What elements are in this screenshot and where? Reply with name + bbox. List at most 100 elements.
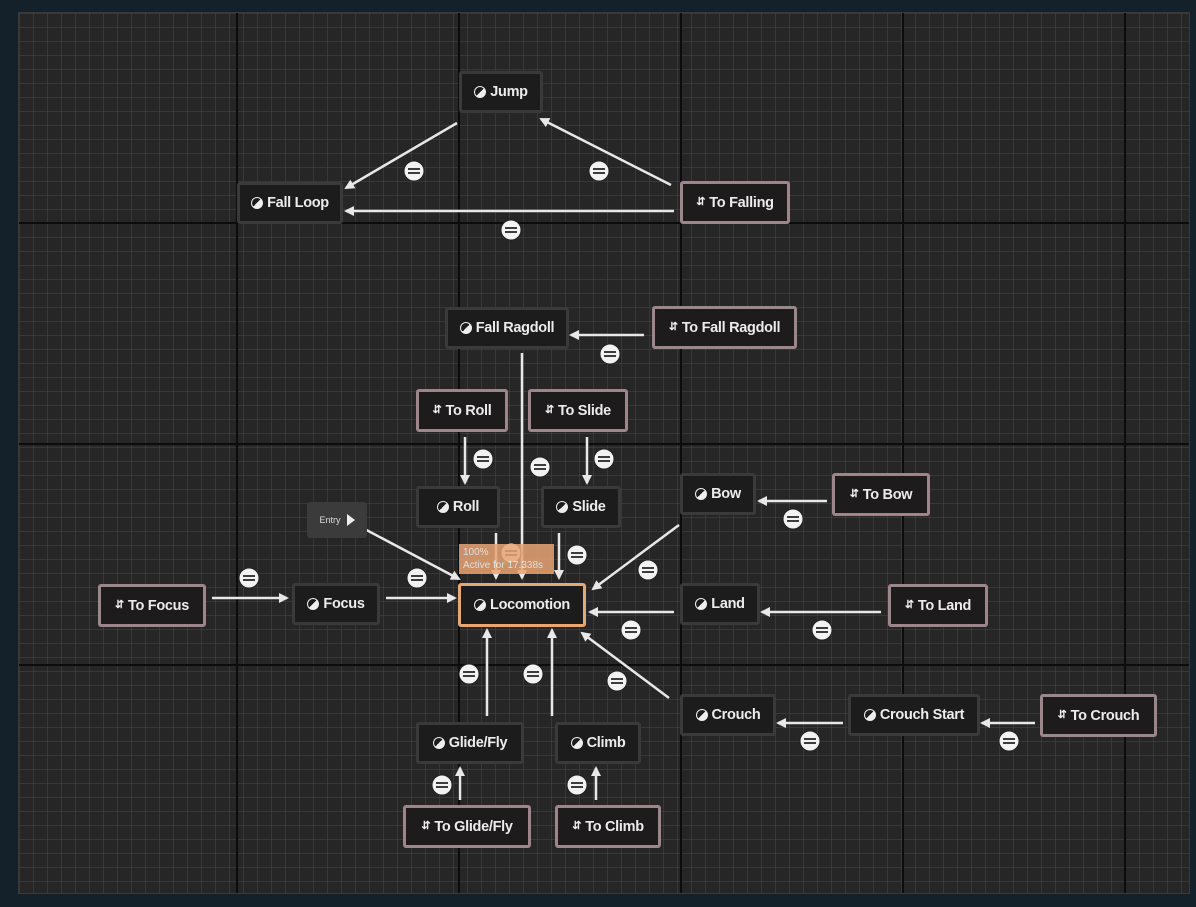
state-climb[interactable]: Climb xyxy=(555,722,641,764)
state-label: Climb xyxy=(586,735,626,751)
state-label: Land xyxy=(711,596,745,612)
state-label: Crouch Start xyxy=(879,707,965,723)
conduit-label: To Falling xyxy=(709,194,774,211)
conduit-label: To Land xyxy=(917,597,972,614)
conduit-label: To Roll xyxy=(445,402,492,419)
transition-rule-icon[interactable] xyxy=(799,730,821,752)
entry-node[interactable]: Entry xyxy=(307,502,367,538)
conduit-to-slide[interactable]: ⇵ To Slide xyxy=(528,389,628,432)
state-roll[interactable]: Roll xyxy=(416,486,500,528)
transition-rule-icon[interactable] xyxy=(620,619,642,641)
transition-rule-icon[interactable] xyxy=(406,567,428,589)
editor-frame: Entry 100% Active for 17.338s Jump Fall … xyxy=(0,0,1196,907)
transition-rule-icon[interactable] xyxy=(566,544,588,566)
conduit-to-falling[interactable]: ⇵ To Falling xyxy=(680,181,790,224)
transition-rule-icon[interactable] xyxy=(588,160,610,182)
state-label: Focus xyxy=(323,596,365,612)
transition-rule-icon[interactable] xyxy=(472,448,494,470)
conduit-to-glide-fly[interactable]: ⇵ To Glide/Fly xyxy=(403,805,531,848)
state-icon xyxy=(436,501,449,513)
conduit-to-crouch[interactable]: ⇵ To Crouch xyxy=(1040,694,1157,737)
conduit-label: To Glide/Fly xyxy=(434,818,513,835)
transition-bow-to-locomotion[interactable] xyxy=(591,523,680,591)
conduit-label: To Crouch xyxy=(1070,707,1140,724)
state-label: Jump xyxy=(490,84,528,100)
state-label: Crouch xyxy=(711,707,761,723)
transition-rule-icon[interactable] xyxy=(403,160,425,182)
transition-rule-icon[interactable] xyxy=(431,774,453,796)
transition-entry-to-locomotion[interactable] xyxy=(356,523,461,581)
transition-rule-icon[interactable] xyxy=(782,508,804,530)
conduit-to-roll[interactable]: ⇵ To Roll xyxy=(416,389,508,432)
state-icon xyxy=(695,598,708,610)
state-label: Bow xyxy=(711,486,741,502)
transition-rule-icon[interactable] xyxy=(593,448,615,470)
transition-rule-icon[interactable] xyxy=(606,670,628,692)
transition-rule-icon[interactable] xyxy=(522,663,544,685)
state-land[interactable]: Land xyxy=(680,583,760,625)
transition-jump-to-fall-loop[interactable] xyxy=(344,121,458,190)
state-label: Glide/Fly xyxy=(448,735,508,751)
conduit-icon: ⇵ xyxy=(572,820,582,832)
state-focus[interactable]: Focus xyxy=(292,583,380,625)
transition-crouch-to-locomotion[interactable] xyxy=(580,631,670,700)
state-icon xyxy=(570,737,583,749)
conduit-label: To Bow xyxy=(862,486,913,503)
state-icon xyxy=(459,322,472,334)
transition-rule-icon[interactable] xyxy=(529,456,551,478)
state-icon xyxy=(474,86,487,98)
conduit-icon: ⇵ xyxy=(432,404,442,416)
conduit-label: To Slide xyxy=(558,402,611,419)
entry-label: Entry xyxy=(319,515,341,525)
conduit-icon: ⇵ xyxy=(904,599,914,611)
state-fall-loop[interactable]: Fall Loop xyxy=(237,182,343,224)
conduit-icon: ⇵ xyxy=(668,321,678,333)
state-jump[interactable]: Jump xyxy=(459,71,543,113)
conduit-icon: ⇵ xyxy=(115,599,124,611)
conduit-icon: ⇵ xyxy=(421,820,431,832)
conduit-icon: ⇵ xyxy=(696,196,706,208)
conduit-to-bow[interactable]: ⇵ To Bow xyxy=(832,473,930,516)
state-label: Fall Ragdoll xyxy=(475,320,555,336)
conduit-icon: ⇵ xyxy=(849,488,859,500)
transition-rule-icon[interactable] xyxy=(998,730,1020,752)
conduit-icon: ⇵ xyxy=(545,404,554,416)
conduit-to-land[interactable]: ⇵ To Land xyxy=(888,584,988,627)
state-bow[interactable]: Bow xyxy=(680,473,756,515)
activity-time: Active for 17.338s xyxy=(463,560,544,571)
transition-rule-icon[interactable] xyxy=(500,219,522,241)
transition-rule-icon[interactable] xyxy=(238,567,260,589)
state-label: Roll xyxy=(452,499,480,515)
conduit-label: To Fall Ragdoll xyxy=(681,319,781,336)
transition-rule-icon[interactable] xyxy=(566,774,588,796)
state-locomotion-active[interactable]: Locomotion xyxy=(458,583,586,627)
state-glide-fly[interactable]: Glide/Fly xyxy=(416,722,524,764)
state-slide[interactable]: Slide xyxy=(541,486,621,528)
activity-percent: 100% xyxy=(463,547,489,558)
conduit-label: To Focus xyxy=(128,597,189,614)
state-icon xyxy=(474,599,487,611)
conduit-to-focus[interactable]: ⇵ To Focus xyxy=(98,584,206,627)
state-label: Locomotion xyxy=(490,597,570,613)
state-icon xyxy=(556,501,569,513)
state-icon xyxy=(251,197,264,209)
transition-rule-icon[interactable] xyxy=(599,343,621,365)
play-icon xyxy=(346,514,355,526)
state-icon xyxy=(695,488,708,500)
conduit-label: To Climb xyxy=(585,818,644,835)
state-crouch-start[interactable]: Crouch Start xyxy=(848,694,980,736)
state-fall-ragdoll[interactable]: Fall Ragdoll xyxy=(445,307,569,349)
state-icon xyxy=(695,709,708,721)
state-crouch[interactable]: Crouch xyxy=(680,694,776,736)
transition-rule-icon[interactable] xyxy=(458,663,480,685)
transition-rule-icon[interactable] xyxy=(811,619,833,641)
conduit-to-fall-ragdoll[interactable]: ⇵ To Fall Ragdoll xyxy=(652,306,797,349)
state-machine-graph[interactable]: Entry 100% Active for 17.338s Jump Fall … xyxy=(18,12,1190,894)
state-icon xyxy=(432,737,445,749)
state-label: Slide xyxy=(572,499,606,515)
active-state-indicator: 100% Active for 17.338s xyxy=(459,544,554,574)
state-label: Fall Loop xyxy=(267,195,329,211)
transition-rule-icon[interactable] xyxy=(637,559,659,581)
conduit-to-climb[interactable]: ⇵ To Climb xyxy=(555,805,661,848)
conduit-icon: ⇵ xyxy=(1057,709,1067,721)
